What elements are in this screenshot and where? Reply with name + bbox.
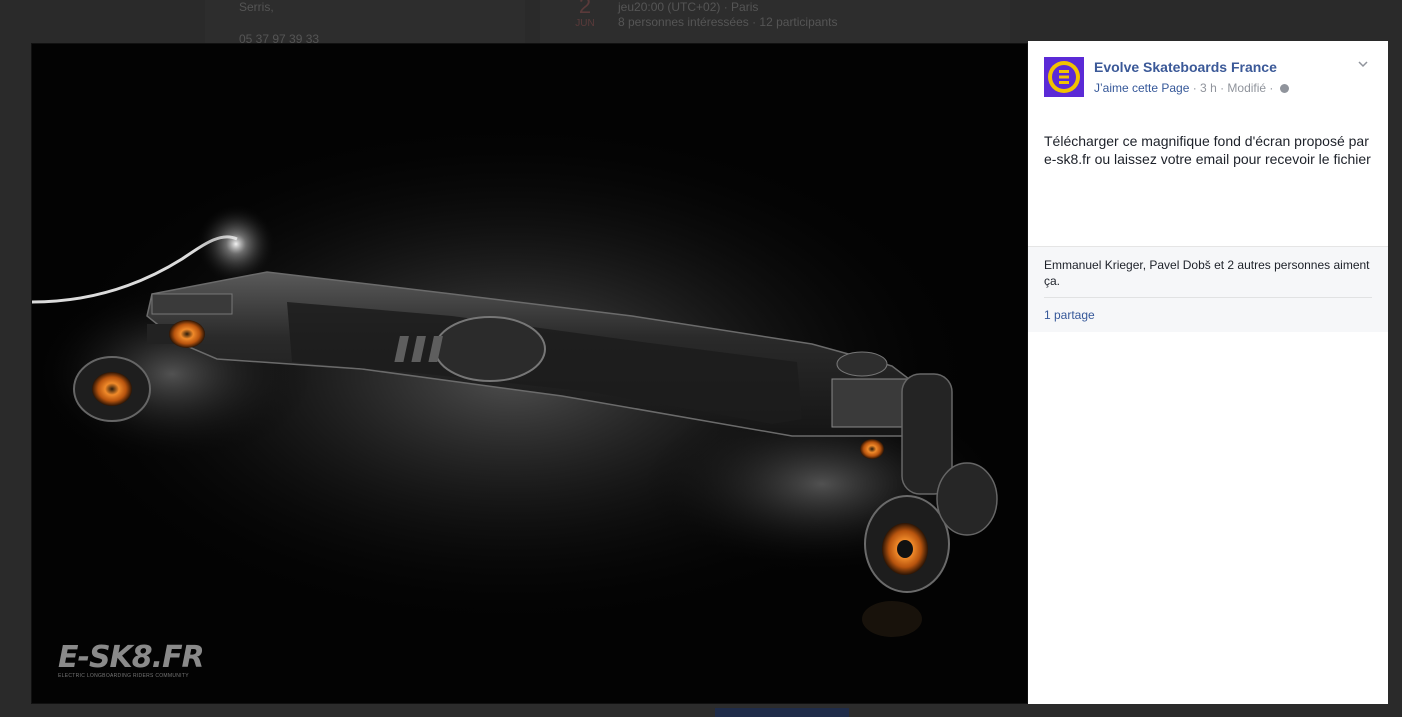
background-footer	[60, 704, 1010, 717]
page-name-link[interactable]: Evolve Skateboards France	[1094, 59, 1277, 75]
likes-summary[interactable]: Emmanuel Krieger, Pavel Dobš et 2 autres…	[1044, 257, 1372, 298]
shares-link[interactable]: 1 partage	[1044, 298, 1372, 324]
chevron-down-icon[interactable]	[1358, 59, 1368, 69]
photo-viewer[interactable]: E-SK8.FR ELECTRIC LONGBOARDING RIDERS CO…	[31, 43, 1028, 704]
page-avatar[interactable]	[1044, 57, 1084, 97]
background-address: Serris,	[239, 0, 274, 14]
globe-icon	[1279, 84, 1289, 93]
like-page-link[interactable]: J’aime cette Page	[1094, 81, 1189, 95]
watermark-logo: E-SK8.FR	[58, 640, 205, 675]
watermark: E-SK8.FR ELECTRIC LONGBOARDING RIDERS CO…	[58, 640, 205, 680]
post-feedback: Emmanuel Krieger, Pavel Dobš et 2 autres…	[1028, 246, 1388, 332]
evolve-logo-icon	[1044, 57, 1084, 97]
skateboard-photo	[32, 114, 1002, 637]
background-event-time: jeu20:00 (UTC+02) · Paris	[618, 0, 759, 14]
background-event-stats: 8 personnes intéressées · 12 participant…	[618, 15, 838, 29]
post-panel: Evolve Skateboards France J’aime cette P…	[1028, 41, 1388, 704]
background-event-day: 2	[578, 0, 592, 18]
post-header: Evolve Skateboards France J’aime cette P…	[1028, 41, 1388, 113]
background-button	[715, 708, 849, 717]
watermark-tagline: ELECTRIC LONGBOARDING RIDERS COMMUNITY	[58, 673, 189, 679]
post-meta-details: · 3 h · Modifié ·	[1189, 81, 1277, 95]
post-text: Télécharger ce magnifique fond d'écran p…	[1044, 133, 1371, 167]
background-event-month: JUN	[575, 18, 595, 29]
background-event-date: 2 JUN	[570, 0, 600, 29]
post-meta: J’aime cette Page · 3 h · Modifié ·	[1094, 81, 1289, 95]
